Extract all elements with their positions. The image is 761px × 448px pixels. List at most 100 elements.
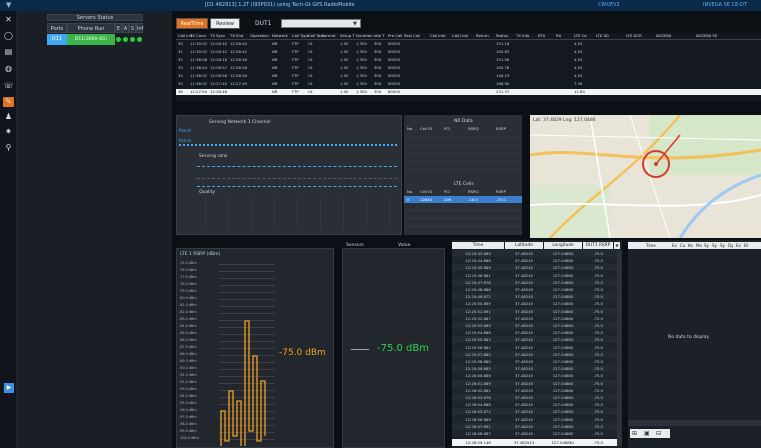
edit-icon[interactable]: ✎: [3, 97, 14, 107]
event-column-header[interactable]: Sy: [720, 243, 725, 248]
call-table-column-header[interactable]: Idle T: [374, 33, 384, 39]
call-table-column-header[interactable]: Call Type: [292, 33, 309, 39]
call-table-column-header[interactable]: Call Link: [452, 33, 468, 39]
table-row[interactable]: 12:25:55.883 37.48245 127.04880 -75.0: [452, 336, 617, 344]
phone-icon[interactable]: ☏: [3, 81, 14, 91]
call-table-column-header[interactable]: Setup T: [340, 33, 355, 39]
call-table-column-header[interactable]: TX Info: [516, 33, 529, 39]
phone-cell[interactable]: D11(3600-4G): [67, 34, 115, 45]
table-row[interactable]: 33 11:36:44 12:26:57 12:26:58 NR FTP UL 1.00 1,3…: [176, 65, 761, 71]
event-column-header[interactable]: Bl: [744, 243, 748, 248]
call-table-column-header[interactable]: TX Sync: [210, 33, 225, 39]
user-icon[interactable]: ♟: [3, 112, 14, 122]
call-table-column-header[interactable]: Format: [322, 33, 335, 39]
filter-icon[interactable]: ⊞: [632, 430, 637, 437]
map-view[interactable]: Lat: 37.4829 Lng: 127.0486: [529, 114, 761, 239]
table-row[interactable]: 12:26:04.888 37.48245 127.04880 -75.0: [452, 401, 617, 409]
table-row[interactable]: 12:25:49.872 37.48245 127.04880 -75.0: [452, 293, 617, 301]
table-row[interactable]: 12:25:46.881 37.48245 127.04880 -75.0: [452, 271, 617, 279]
event-column-header[interactable]: Ke: [688, 243, 693, 248]
table-row[interactable]: 12:25:58.880 37.48245 127.04880 -75.0: [452, 358, 617, 365]
event-column-header[interactable]: Cu: [680, 243, 685, 248]
table-cell: 127.04880: [552, 301, 574, 307]
tab-realtime[interactable]: RealTime: [176, 18, 208, 29]
horizontal-scrollbar[interactable]: [628, 420, 761, 426]
call-table-column-header[interactable]: RTX: [538, 33, 545, 39]
phone-column-header: Phone Run: [67, 23, 115, 33]
call-table-column-header[interactable]: LTE Cd: [574, 33, 587, 39]
tab-review[interactable]: Review: [210, 18, 240, 29]
call-table-column-header[interactable]: WCDMA: [656, 33, 671, 39]
table-row[interactable]: 12:26:06.889 37.48245 127.04880 -75.0: [452, 415, 617, 423]
table-cell: 37.48245: [514, 431, 534, 436]
export-icon[interactable]: ▣: [644, 430, 650, 437]
call-table-column-header[interactable]: Network: [272, 33, 288, 39]
port-cell[interactable]: D11: [47, 34, 67, 45]
event-column-header[interactable]: Me: [696, 243, 702, 248]
table-row[interactable]: 12:25:44.886 37.48245 127.04880 -75.0: [452, 257, 617, 265]
event-column-header[interactable]: Dy: [728, 243, 733, 248]
rsrp-chart-title: LTE 1 RSRP (dBm): [180, 252, 221, 257]
chart-legend-2: Parcel: [179, 138, 192, 143]
clear-icon[interactable]: ⊟: [656, 430, 661, 437]
table-cell: 300: [374, 41, 382, 46]
call-table-column-header[interactable]: Post Call: [404, 33, 420, 39]
chevron-down-icon[interactable]: ▼: [614, 242, 620, 249]
call-table-column-header[interactable]: Operation: [250, 33, 269, 39]
record-icon[interactable]: ◯: [3, 31, 14, 41]
event-column-header[interactable]: Sy: [712, 243, 717, 248]
call-table-column-header[interactable]: RX: [556, 33, 561, 39]
table-row[interactable]: 12:25:53.885 37.48245 127.04880 -75.0: [452, 322, 617, 329]
table-row[interactable]: 12:25:48.888 37.48245 127.04880 -75.0: [452, 286, 617, 293]
table-row[interactable]: 12:26:08.887 37.48245 127.04880 -75.0: [452, 430, 617, 437]
call-table-column-header[interactable]: Call Info: [430, 33, 445, 39]
table-row[interactable]: 12:25:54.886 37.48245 127.04880 -75.0: [452, 329, 617, 337]
table-row[interactable]: 12:25:50.889 37.48245 127.04880 -75.0: [452, 300, 617, 308]
event-column-header[interactable]: Sy: [704, 243, 709, 248]
call-table-column-header[interactable]: Return: [476, 33, 489, 39]
call-table-column-header[interactable]: TX Conn: [190, 33, 206, 39]
scrollbar[interactable]: [617, 250, 622, 446]
event-column-header[interactable]: Ev: [672, 243, 677, 248]
call-table-column-header[interactable]: Pre Call: [388, 33, 402, 39]
table-row[interactable]: 12:26:02.881 37.48245 127.04880 -75.0: [452, 386, 617, 394]
table-row[interactable]: 12:26:00.886 37.48245 127.04880 -75.0: [452, 372, 617, 380]
window-title: [D1 482913] 1.2T (I93P031) using Tech-Gt…: [205, 2, 355, 8]
event-column-header[interactable]: Time: [646, 243, 656, 248]
table-row[interactable]: 12:25:57.880 37.48245 127.04880 -75.0: [452, 350, 617, 358]
table-row[interactable]: 12:26:03.878 37.48245 127.04880 -75.0: [452, 394, 617, 401]
play-icon[interactable]: ▶: [4, 383, 14, 393]
call-table-column-header[interactable]: LTE SD: [596, 33, 609, 39]
table-row[interactable]: 12:26:01.889 37.48245 127.04880 -75.0: [452, 379, 617, 387]
dut-select[interactable]: ▼: [281, 19, 361, 28]
table-row[interactable]: 12:25:56.882 37.48245 127.04880 -75.0: [452, 343, 617, 351]
table-row[interactable]: 12:25:43.885 37.48245 127.04880 -75.0: [452, 250, 617, 257]
table-row[interactable]: 36 12:27:54 12:28:46 NR FTP UL 1.00 1,300 300 600…: [176, 89, 761, 95]
call-table-column-header[interactable]: Status: [496, 33, 508, 39]
table-row[interactable]: 32 11:36:08 12:26:18 12:26:48 NR FTP UL 1.00 1,3…: [176, 57, 761, 63]
call-table-column-header[interactable]: Duration: [356, 33, 373, 39]
table-row[interactable]: 12:25:47.878 37.48245 127.04880 -75.0: [452, 278, 617, 286]
table-row[interactable]: 30 11:30:02 12:26:45 12:26:45 NR FTP UL 1.00 1,3…: [176, 41, 761, 47]
table-row[interactable]: 34 11:38:02 12:26:58 12:26:59 NR FTP UL 1.00 1,3…: [176, 73, 761, 79]
lte-row-selected[interactable]: 0 12840 299 -10.0 -75.0: [404, 196, 522, 203]
call-table-column-header[interactable]: WCDMA SE: [696, 33, 717, 39]
table-row[interactable]: 12:25:59.885 37.48245 127.04880 -75.0: [452, 365, 617, 373]
close-icon[interactable]: ✕: [3, 15, 14, 25]
table-row[interactable]: 12:25:51.891 37.48245 127.04880 -75.0: [452, 307, 617, 315]
event-column-header[interactable]: Ev: [736, 243, 741, 248]
table-row[interactable]: 12:25:45.889 37.48245 127.04880 -75.0: [452, 264, 617, 272]
table-row[interactable]: 12:26:07.891 37.48245 127.04880 -75.0: [452, 422, 617, 430]
call-table-column-header[interactable]: TX End: [230, 33, 243, 39]
globe-icon[interactable]: ◍: [3, 64, 14, 74]
measurement-last-row[interactable]: 12:26:09.146 37.482913 127.048861 -75.0: [452, 439, 617, 446]
call-table-column-header[interactable]: LTE DCR: [626, 33, 642, 39]
table-row[interactable]: 12:25:52.887 37.48245 127.04880 -75.0: [452, 314, 617, 322]
pin-icon[interactable]: ⚲: [3, 143, 14, 153]
settings-icon[interactable]: ✷: [3, 127, 14, 137]
table-row[interactable]: 35 11:38:02 12:27:49 12:27:49 NR FTP UL 1.00 1,3…: [176, 81, 761, 87]
app-menu-icon[interactable]: ▼: [6, 1, 11, 9]
list-icon[interactable]: ▤: [3, 47, 14, 57]
table-row[interactable]: 12:26:05.872 37.48245 127.04880 -75.0: [452, 408, 617, 416]
table-row[interactable]: 31 11:30:02 12:26:42 12:26:42 NR FTP UL 1.00 1,3…: [176, 49, 761, 55]
